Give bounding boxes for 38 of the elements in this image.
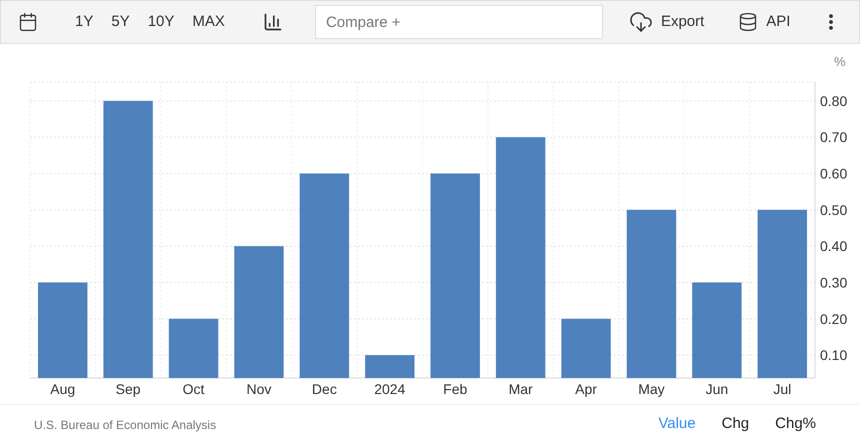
mode-tab[interactable]: Chg: [722, 413, 750, 436]
x-tick-label: Apr: [575, 381, 597, 397]
y-tick-label: 0.30: [820, 274, 848, 290]
y-tick-label: 0.50: [820, 202, 848, 218]
range-button[interactable]: 1Y: [73, 10, 96, 34]
api-button[interactable]: API: [738, 10, 790, 34]
x-tick-label: Jun: [706, 381, 728, 397]
y-tick-label: 0.70: [820, 129, 848, 146]
bar: [168, 318, 218, 378]
y-tick-label: 0.60: [820, 166, 848, 182]
bar-chart-icon[interactable]: [262, 12, 283, 32]
bar: [365, 355, 414, 378]
x-tick-label: Sep: [116, 381, 141, 397]
bar: [561, 318, 611, 378]
range-button[interactable]: MAX: [190, 10, 227, 34]
range-button[interactable]: 5Y: [109, 10, 132, 34]
x-tick-label: Nov: [246, 381, 272, 397]
calendar-icon[interactable]: [17, 11, 39, 33]
export-button[interactable]: Export: [628, 10, 704, 34]
x-tick-label: 2024: [374, 381, 406, 397]
y-axis-unit: %: [834, 54, 846, 69]
y-tick-label: 0.10: [820, 347, 848, 364]
x-tick-label: Mar: [508, 381, 533, 397]
y-tick-label: 0.80: [820, 92, 848, 109]
x-tick-label: Aug: [50, 381, 76, 397]
y-tick-label: 0.20: [820, 310, 848, 327]
y-tick-label: 0.40: [820, 238, 848, 254]
compare-field[interactable]: Compare +: [314, 5, 603, 39]
x-tick-label: Jul: [773, 381, 792, 397]
x-tick-label: Oct: [182, 381, 204, 397]
x-tick-label: Feb: [443, 381, 468, 397]
mode-tab[interactable]: Chg%: [775, 413, 816, 436]
x-tick-label: Dec: [312, 381, 337, 397]
cloud-download-icon: [628, 10, 653, 34]
range-button[interactable]: 10Y: [146, 10, 176, 34]
database-icon: [738, 12, 758, 32]
source-text: U.S. Bureau of Economic Analysis: [34, 416, 216, 434]
x-tick-label: May: [638, 381, 665, 397]
